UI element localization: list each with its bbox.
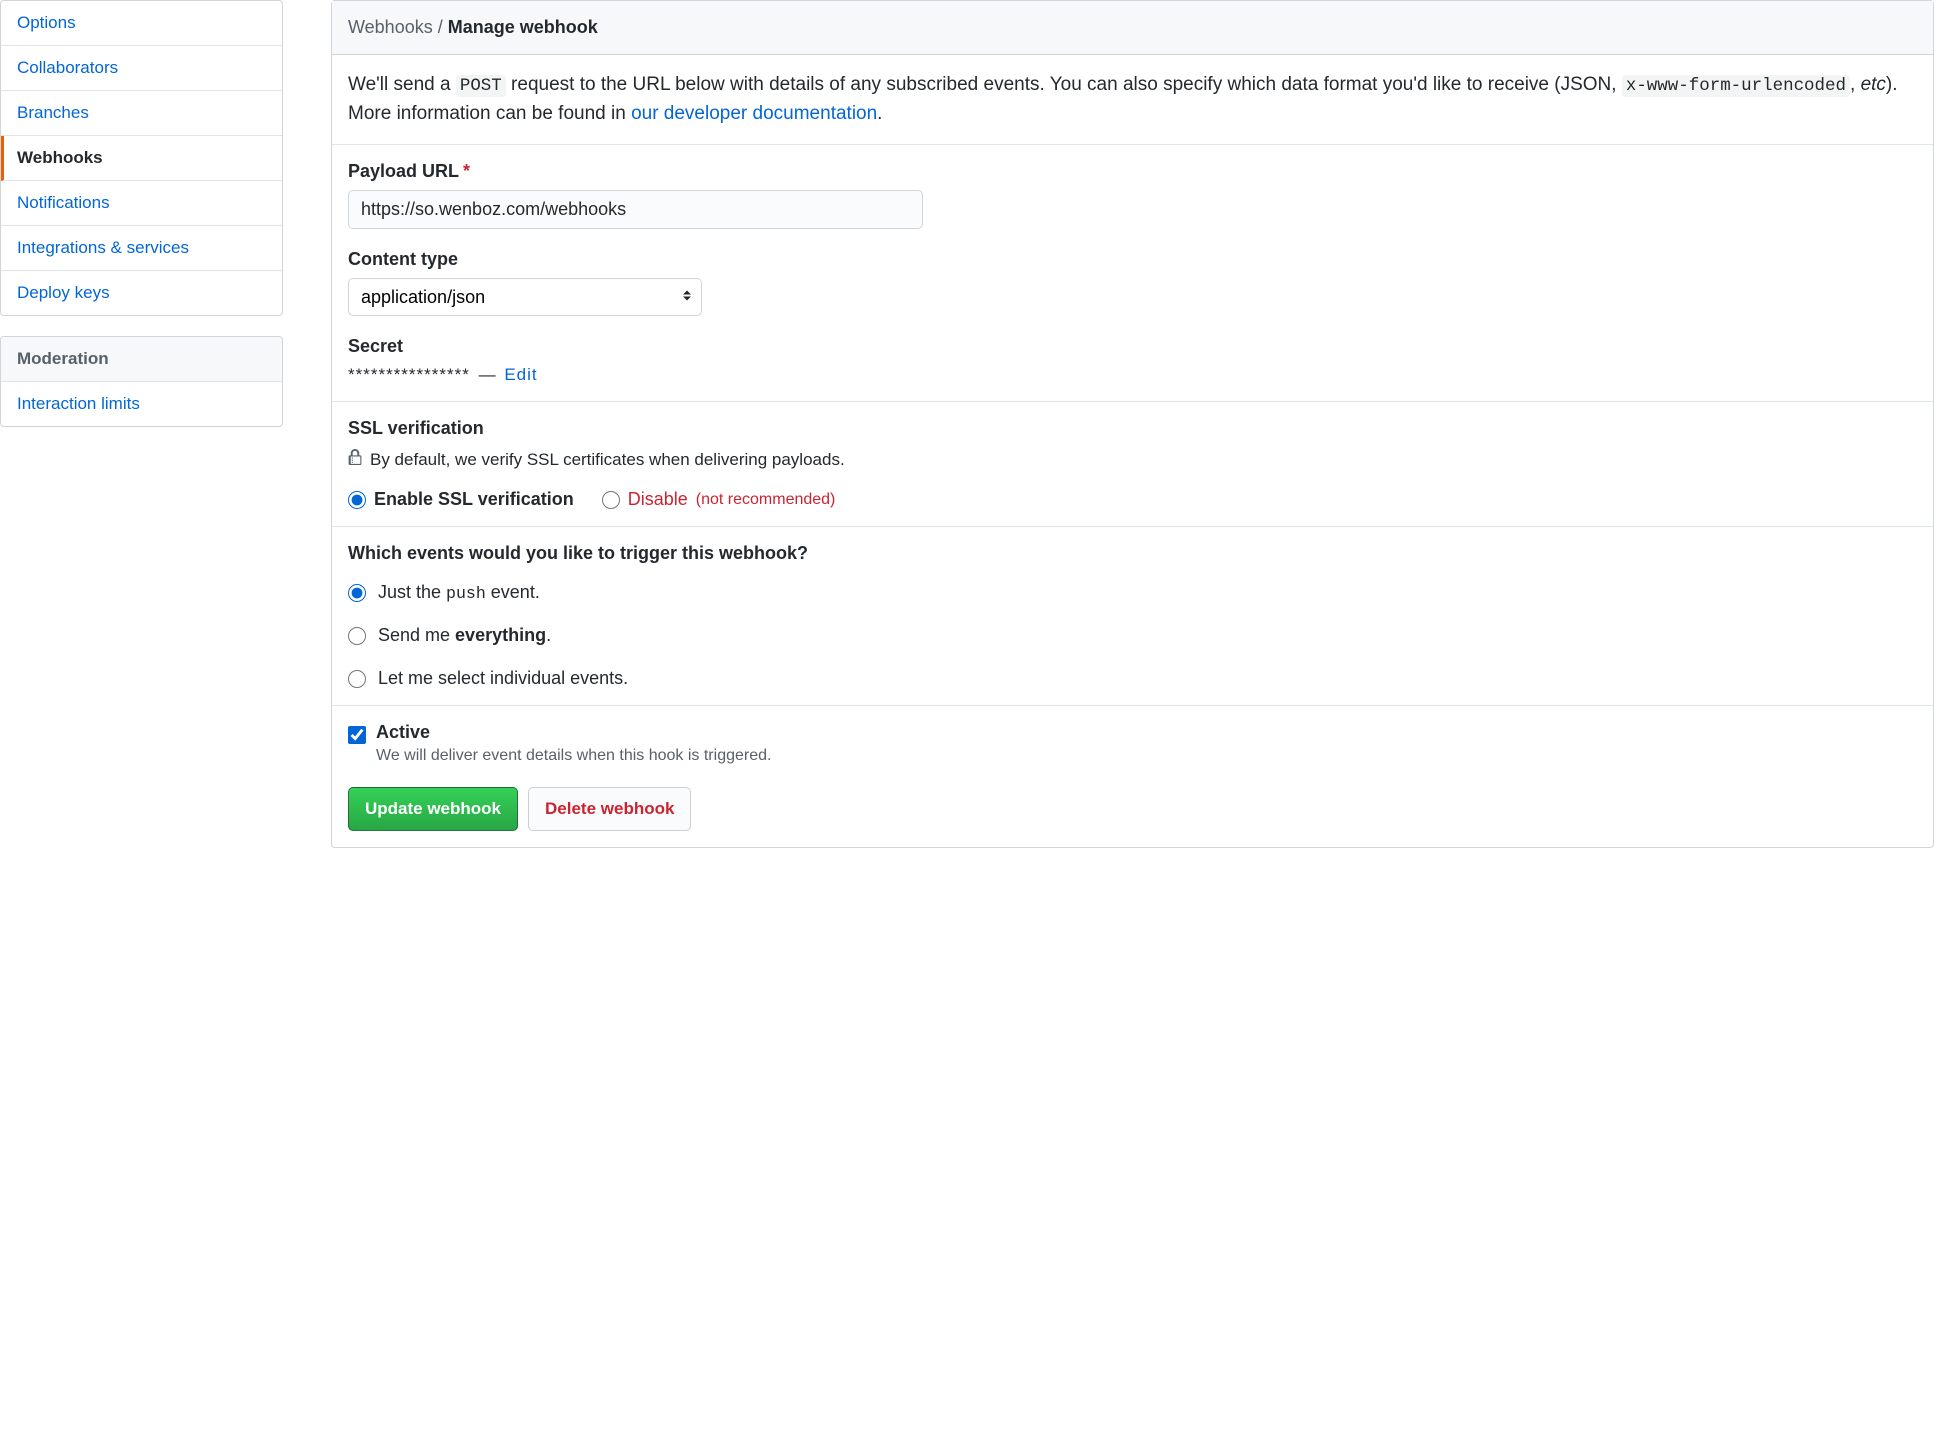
event-push-radio[interactable] — [348, 584, 366, 602]
sidebar-item-integrations-services[interactable]: Integrations & services — [1, 226, 282, 271]
form-section: Payload URL* Content type application/js… — [332, 145, 1933, 402]
intro-part1: We'll send a — [348, 74, 456, 95]
ssl-enable-label: Enable SSL verification — [374, 489, 574, 510]
ssl-radio-row: Enable SSL verification Disable (not rec… — [348, 489, 1917, 510]
ssl-disable-option[interactable]: Disable (not recommended) — [602, 489, 836, 510]
events-section: Which events would you like to trigger t… — [332, 527, 1933, 706]
sidebar-item-options[interactable]: Options — [1, 1, 282, 46]
sidebar-item-notifications[interactable]: Notifications — [1, 181, 282, 226]
content-type-select[interactable]: application/json — [348, 278, 702, 316]
content-type-group: Content type application/json — [348, 249, 1917, 316]
delete-webhook-button[interactable]: Delete webhook — [528, 787, 691, 831]
lock-icon — [348, 449, 362, 471]
active-checkbox[interactable] — [348, 726, 366, 744]
content-type-select-wrap: application/json — [348, 278, 702, 316]
event-everything-option[interactable]: Send me everything. — [348, 625, 1917, 646]
update-webhook-button[interactable]: Update webhook — [348, 787, 518, 831]
payload-url-input[interactable] — [348, 190, 923, 229]
ssl-disable-label: Disable — [628, 489, 688, 510]
intro-part2: request to the URL below with details of… — [506, 74, 1622, 95]
sidebar-item-interaction-limits[interactable]: Interaction limits — [1, 382, 282, 426]
sidebar-item-branches[interactable]: Branches — [1, 91, 282, 136]
developer-docs-link[interactable]: our developer documentation — [631, 103, 877, 124]
ssl-disable-radio[interactable] — [602, 491, 620, 509]
secret-label: Secret — [348, 336, 1917, 357]
active-section: Active We will deliver event details whe… — [332, 706, 1933, 847]
event-individual-radio[interactable] — [348, 670, 366, 688]
intro-part5: . — [877, 103, 882, 124]
moderation-menu: Moderation Interaction limits — [0, 336, 283, 427]
active-row: Active We will deliver event details whe… — [348, 722, 1917, 765]
webhook-box: Webhooks / Manage webhook We'll send a P… — [331, 0, 1934, 848]
intro-text: We'll send a POST request to the URL bel… — [348, 71, 1917, 128]
active-desc: We will deliver event details when this … — [376, 747, 771, 765]
required-asterisk: * — [463, 161, 470, 181]
sidebar-heading-moderation: Moderation — [1, 337, 282, 382]
box-header: Webhooks / Manage webhook — [332, 1, 1933, 55]
ssl-section: SSL verification By default, we verify S… — [332, 402, 1933, 527]
ssl-note: By default, we verify SSL certificates w… — [348, 449, 1917, 471]
secret-group: Secret **************** — Edit — [348, 336, 1917, 385]
payload-url-label: Payload URL* — [348, 161, 1917, 182]
page-title: Manage webhook — [448, 17, 598, 37]
event-push-option[interactable]: Just the push event. — [348, 582, 1917, 603]
post-code: POST — [456, 75, 506, 97]
button-row: Update webhook Delete webhook — [348, 787, 1917, 831]
sidebar-item-webhooks[interactable]: Webhooks — [1, 136, 282, 181]
active-label: Active — [376, 722, 771, 743]
secret-row: **************** — Edit — [348, 365, 1917, 385]
ssl-disable-note: (not recommended) — [696, 491, 836, 509]
main-panel: Webhooks / Manage webhook We'll send a P… — [331, 0, 1934, 848]
event-everything-label: Send me everything. — [378, 625, 551, 646]
payload-url-group: Payload URL* — [348, 161, 1917, 229]
event-push-label: Just the push event. — [378, 582, 540, 603]
urlencoded-code: x-www-form-urlencoded — [1622, 75, 1850, 97]
events-heading: Which events would you like to trigger t… — [348, 543, 1917, 564]
sidebar-item-collaborators[interactable]: Collaborators — [1, 46, 282, 91]
ssl-enable-radio[interactable] — [348, 491, 366, 509]
active-text: Active We will deliver event details whe… — [376, 722, 771, 765]
intro-part3: , — [1850, 74, 1861, 95]
secret-dash: — — [474, 365, 500, 384]
ssl-enable-option[interactable]: Enable SSL verification — [348, 489, 574, 510]
push-code: push — [446, 584, 486, 603]
event-individual-option[interactable]: Let me select individual events. — [348, 668, 1917, 689]
intro-etc: etc — [1861, 74, 1886, 95]
breadcrumb: Webhooks / — [348, 17, 448, 37]
content-type-label: Content type — [348, 249, 1917, 270]
settings-menu: Options Collaborators Branches Webhooks … — [0, 0, 283, 316]
ssl-heading: SSL verification — [348, 418, 1917, 439]
secret-masked: **************** — [348, 365, 470, 384]
sidebar-item-deploy-keys[interactable]: Deploy keys — [1, 271, 282, 315]
edit-secret-link[interactable]: Edit — [504, 365, 537, 384]
event-individual-label: Let me select individual events. — [378, 668, 628, 689]
events-list: Just the push event. Send me everything.… — [348, 582, 1917, 689]
settings-sidebar: Options Collaborators Branches Webhooks … — [0, 0, 283, 848]
ssl-note-text: By default, we verify SSL certificates w… — [370, 450, 845, 470]
intro-section: We'll send a POST request to the URL bel… — [332, 55, 1933, 145]
event-everything-radio[interactable] — [348, 627, 366, 645]
